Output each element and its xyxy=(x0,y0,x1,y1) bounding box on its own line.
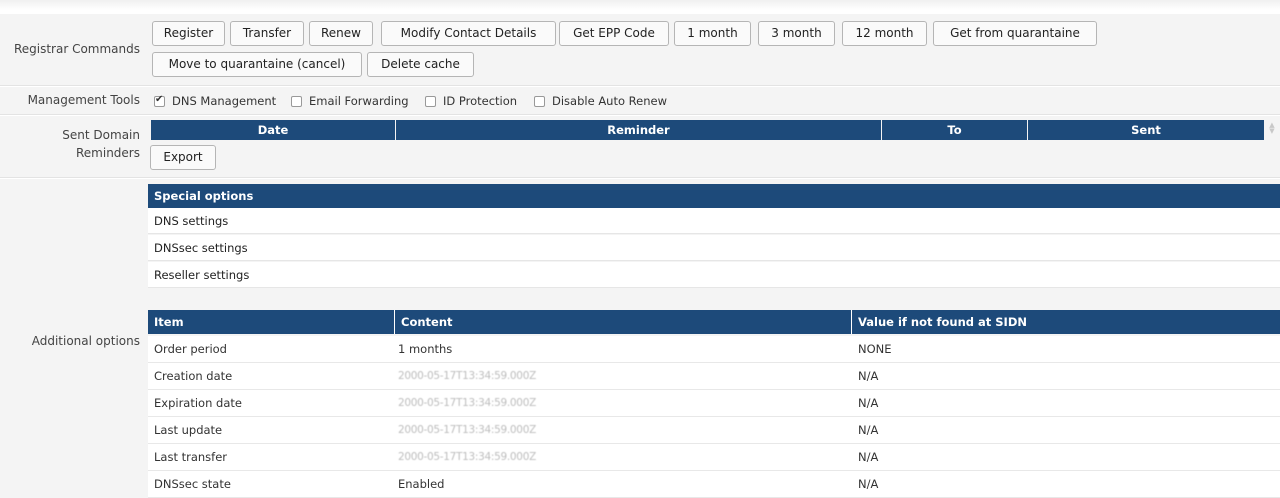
table-row: Creation date 2000-05-17T13:34:59.000Z N… xyxy=(148,363,1280,390)
sent-reminders-content: Date Reminder To Sent ▲ ▼ Export xyxy=(148,116,1280,177)
renew-1-month-button[interactable]: 1 month xyxy=(674,21,751,46)
transfer-button[interactable]: Transfer xyxy=(230,21,304,46)
renew-3-month-button[interactable]: 3 month xyxy=(758,21,835,46)
row-content: Enabled xyxy=(398,477,445,491)
dns-management-checkbox[interactable] xyxy=(154,94,165,107)
table-row: DNSsec state Enabled N/A xyxy=(148,471,1280,498)
row-content-redacted: 2000-05-17T13:34:59.000Z xyxy=(398,424,536,436)
row-content-redacted: 2000-05-17T13:34:59.000Z xyxy=(398,397,536,409)
export-button[interactable]: Export xyxy=(150,145,216,170)
domain-details-panel: Registrar Commands Register Transfer Ren… xyxy=(0,0,1280,498)
management-tools-row: Management Tools DNS Management Email Fo… xyxy=(0,87,1280,115)
management-tools-options: DNS Management Email Forwarding ID Prote… xyxy=(148,87,1280,114)
sort-arrows-icon[interactable]: ▲ ▼ xyxy=(1268,122,1276,136)
disable-auto-renew-checkbox[interactable] xyxy=(534,96,545,107)
sidn-header-item: Item xyxy=(148,310,394,334)
reminders-header-reminder[interactable]: Reminder xyxy=(396,120,881,140)
email-forwarding-label: Email Forwarding xyxy=(309,94,409,108)
dns-settings-link[interactable]: DNS settings xyxy=(148,208,1280,234)
row-item: DNSsec state xyxy=(154,477,231,491)
renew-12-month-button[interactable]: 12 month xyxy=(842,21,927,46)
row-item: Expiration date xyxy=(154,396,242,410)
registrar-commands-row: Registrar Commands Register Transfer Ren… xyxy=(0,14,1280,86)
special-options-header: Special options xyxy=(148,184,1280,208)
register-button[interactable]: Register xyxy=(152,21,225,46)
delete-cache-button[interactable]: Delete cache xyxy=(367,52,474,77)
table-row: Last update 2000-05-17T13:34:59.000Z N/A xyxy=(148,417,1280,444)
top-shade xyxy=(0,0,1280,10)
get-from-quarantaine-button[interactable]: Get from quarantaine xyxy=(933,21,1097,46)
dns-management-label: DNS Management xyxy=(172,94,277,108)
sent-reminders-label: Sent Domain Reminders xyxy=(0,116,148,177)
management-tools-label: Management Tools xyxy=(0,87,148,114)
sidn-header-content: Content xyxy=(395,310,851,334)
row-value: N/A xyxy=(858,396,879,410)
id-protection-label: ID Protection xyxy=(443,94,518,108)
sent-reminders-label-line2: Reminders xyxy=(76,146,140,160)
sidn-header-value: Value if not found at SIDN xyxy=(852,310,1280,334)
row-item: Creation date xyxy=(154,369,233,383)
dnssec-settings-link[interactable]: DNSsec settings xyxy=(148,235,1280,261)
row-value: NONE xyxy=(858,342,892,356)
row-value: N/A xyxy=(858,477,879,491)
additional-options-label: Additional options xyxy=(31,334,140,348)
registrar-commands-label: Registrar Commands xyxy=(0,14,148,85)
table-row: Last transfer 2000-05-17T13:34:59.000Z N… xyxy=(148,444,1280,471)
get-epp-code-button[interactable]: Get EPP Code xyxy=(559,21,669,46)
reminders-header-date[interactable]: Date xyxy=(151,120,395,140)
disable-auto-renew-label: Disable Auto Renew xyxy=(552,94,667,108)
id-protection-checkbox[interactable] xyxy=(425,96,436,107)
row-content-redacted: 2000-05-17T13:34:59.000Z xyxy=(398,451,536,463)
table-row: Expiration date 2000-05-17T13:34:59.000Z… xyxy=(148,390,1280,417)
reminders-header-sent[interactable]: Sent xyxy=(1028,120,1264,140)
reseller-settings-link[interactable]: Reseller settings xyxy=(148,262,1280,288)
row-content: 1 months xyxy=(398,342,453,356)
sent-reminders-row: Sent Domain Reminders Date Reminder To S… xyxy=(0,116,1280,178)
reminders-header-to[interactable]: To xyxy=(882,120,1027,140)
sent-reminders-label-line1: Sent Domain xyxy=(62,128,140,142)
move-to-quarantaine-button[interactable]: Move to quarantaine (cancel) xyxy=(152,52,362,77)
row-content-redacted: 2000-05-17T13:34:59.000Z xyxy=(398,370,536,382)
row-item: Last update xyxy=(154,423,223,437)
table-row: Order period 1 months NONE xyxy=(148,336,1280,363)
row-item: Order period xyxy=(154,342,227,356)
renew-button[interactable]: Renew xyxy=(309,21,373,46)
row-value: N/A xyxy=(858,369,879,383)
sidn-table-header: Item Content Value if not found at SIDN xyxy=(148,310,1280,334)
row-value: N/A xyxy=(858,450,879,464)
modify-contact-details-button[interactable]: Modify Contact Details xyxy=(381,21,556,46)
row-item: Last transfer xyxy=(154,450,228,464)
email-forwarding-checkbox[interactable] xyxy=(291,96,302,107)
row-value: N/A xyxy=(858,423,879,437)
registrar-commands-buttons: Register Transfer Renew Modify Contact D… xyxy=(148,14,1280,85)
